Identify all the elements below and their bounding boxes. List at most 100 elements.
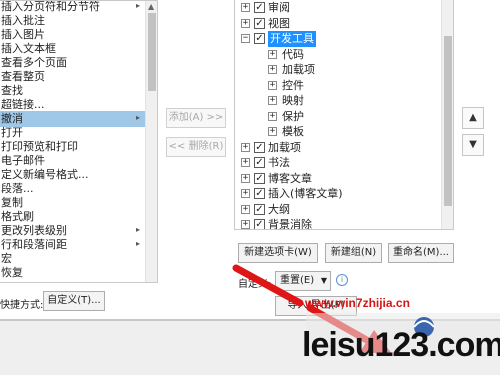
commands-list[interactable]: 插入分页符和分节符 ▸ 插入批注 插入图片 插入文本框 查看多个页面 查看整页 查找 超链接..…: [0, 0, 158, 283]
tree-item[interactable]: + ✓ 加载项: [235, 140, 440, 156]
shortcut-label: 快捷方式:: [0, 300, 44, 311]
submenu-arrow-icon: ▸: [136, 239, 141, 248]
tree-item[interactable]: + ✓ 审阅: [235, 0, 440, 16]
expand-icon[interactable]: +: [241, 158, 250, 167]
expand-icon[interactable]: +: [268, 65, 277, 74]
scrollbar-thumb[interactable]: [444, 36, 452, 206]
tree-item-label: 书法: [268, 156, 290, 169]
arrow-up-icon: ▲: [469, 112, 477, 123]
info-icon: i: [336, 274, 348, 286]
command-item-label: 宏: [1, 252, 12, 265]
command-item-label: 格式刷: [1, 210, 34, 223]
reset-dropdown[interactable]: 重置(E) ▼: [275, 271, 331, 291]
tab-checkbox[interactable]: ✓: [254, 33, 265, 44]
tab-checkbox[interactable]: ✓: [254, 2, 265, 13]
command-item-label: 超链接...: [1, 98, 45, 111]
command-item-label: 打印预览和打印: [1, 140, 78, 153]
tab-checkbox[interactable]: ✓: [254, 157, 265, 168]
expand-icon[interactable]: +: [241, 204, 250, 214]
rename-button[interactable]: 重命名(M)...: [388, 243, 454, 263]
tree-item-label: 大纲: [268, 202, 290, 216]
expand-icon[interactable]: +: [268, 127, 277, 136]
tree-item-label: 插入(博客文章): [268, 187, 343, 200]
tree-item[interactable]: + 加载项: [235, 62, 440, 78]
move-up-button[interactable]: ▲: [462, 107, 484, 129]
tree-item-label: 保护: [282, 109, 304, 123]
command-item-label: 查看多个页面: [1, 56, 67, 69]
expand-icon[interactable]: +: [241, 18, 250, 28]
submenu-arrow-icon: ▸: [136, 113, 141, 122]
expand-icon[interactable]: +: [268, 111, 277, 121]
tab-checkbox[interactable]: ✓: [254, 172, 265, 184]
add-button[interactable]: 添加(A) >>: [166, 108, 226, 128]
chevron-down-icon: ▼: [320, 276, 327, 285]
tree-item[interactable]: − ✓ 开发工具: [235, 31, 440, 47]
watermark-text: leisu123.com: [302, 326, 500, 364]
tree-item-label: 加载项: [268, 140, 301, 154]
tree-item-label: 代码: [282, 47, 304, 61]
remove-button[interactable]: << 删除(R): [166, 137, 226, 157]
tree-scrollbar[interactable]: [441, 0, 453, 229]
expand-icon[interactable]: +: [241, 220, 250, 229]
tree-item-label: 视图: [268, 16, 290, 30]
tree-item[interactable]: + ✓ 大纲: [235, 202, 440, 218]
command-item-label: 插入文本框: [1, 42, 56, 55]
tree-item[interactable]: + ✓ 博客文章: [235, 171, 440, 187]
left-scrollbar[interactable]: ▲: [145, 1, 157, 282]
tab-checkbox[interactable]: ✓: [254, 188, 265, 199]
expand-icon[interactable]: +: [268, 49, 277, 59]
tree-item[interactable]: + ✓ 视图: [235, 16, 440, 32]
command-item-label: 定义新编号格式...: [1, 168, 89, 181]
command-item-label: 更改列表级别: [1, 224, 67, 237]
tree-item[interactable]: + 模板: [235, 124, 440, 140]
scroll-up-icon[interactable]: ▲: [148, 2, 154, 11]
submenu-arrow-icon: ▸: [136, 225, 141, 234]
command-item-label: 插入分页符和分节符: [1, 0, 100, 13]
command-item-label: 查找: [1, 84, 23, 97]
watermark-url: www.win7zhijia.cn: [305, 296, 410, 310]
scrollbar-thumb[interactable]: [148, 13, 156, 91]
tree-item-label: 背景消除: [268, 218, 312, 230]
command-item-label: 段落...: [1, 182, 34, 195]
command-item-label: 打开: [1, 126, 23, 139]
tree-item-label: 控件: [282, 78, 304, 92]
customization-label: 自定义:: [238, 279, 272, 290]
tree-item-label: 审阅: [268, 1, 290, 14]
collapse-icon[interactable]: −: [241, 34, 250, 43]
new-tab-button[interactable]: 新建选项卡(W): [238, 243, 318, 263]
tree-item[interactable]: + ✓ 插入(博客文章): [235, 186, 440, 202]
expand-icon[interactable]: +: [241, 189, 250, 198]
tab-checkbox[interactable]: ✓: [254, 203, 265, 215]
command-item[interactable]: 恢复: [0, 265, 23, 281]
tree-item-label: 加载项: [282, 63, 315, 76]
ribbon-tabs-tree[interactable]: + ✓ 审阅 + ✓ 视图 − ✓ 开发工具 + 代码 + 加载项 + 控件 + 映射 + 保护 + 模板 + ✓ 加载项 + ✓…: [234, 0, 454, 230]
tree-item[interactable]: + ✓ 背景消除: [235, 217, 440, 230]
command-item-label: 插入图片: [1, 28, 45, 41]
customize-shortcut-button[interactable]: 自定义(T)...: [43, 291, 105, 311]
move-down-button[interactable]: ▼: [462, 134, 484, 156]
command-item-label: 复制: [1, 196, 23, 209]
new-group-button[interactable]: 新建组(N): [325, 243, 382, 263]
command-item-label: 撤消: [1, 112, 23, 125]
expand-icon[interactable]: +: [241, 142, 250, 152]
command-item-label: 电子邮件: [1, 154, 45, 167]
expand-icon[interactable]: +: [241, 173, 250, 183]
tree-item[interactable]: + 代码: [235, 47, 440, 63]
command-item-label: 查看整页: [1, 70, 45, 83]
command-item-label: 插入批注: [1, 14, 45, 27]
tab-checkbox[interactable]: ✓: [254, 141, 265, 153]
tree-item-label: 开发工具: [268, 31, 316, 47]
tree-item-label: 映射: [282, 94, 304, 107]
tab-checkbox[interactable]: ✓: [254, 17, 265, 29]
tree-item[interactable]: + 映射: [235, 93, 440, 109]
tree-item[interactable]: + ✓ 书法: [235, 155, 440, 171]
tree-item[interactable]: + 控件: [235, 78, 440, 94]
submenu-arrow-icon: ▸: [136, 1, 141, 10]
tab-checkbox[interactable]: ✓: [254, 219, 265, 229]
reset-dropdown-value: 重置(E): [280, 275, 315, 286]
tree-item[interactable]: + 保护: [235, 109, 440, 125]
expand-icon[interactable]: +: [241, 3, 250, 12]
expand-icon[interactable]: +: [268, 96, 277, 105]
expand-icon[interactable]: +: [268, 80, 277, 90]
tree-item-label: 博客文章: [268, 171, 312, 185]
